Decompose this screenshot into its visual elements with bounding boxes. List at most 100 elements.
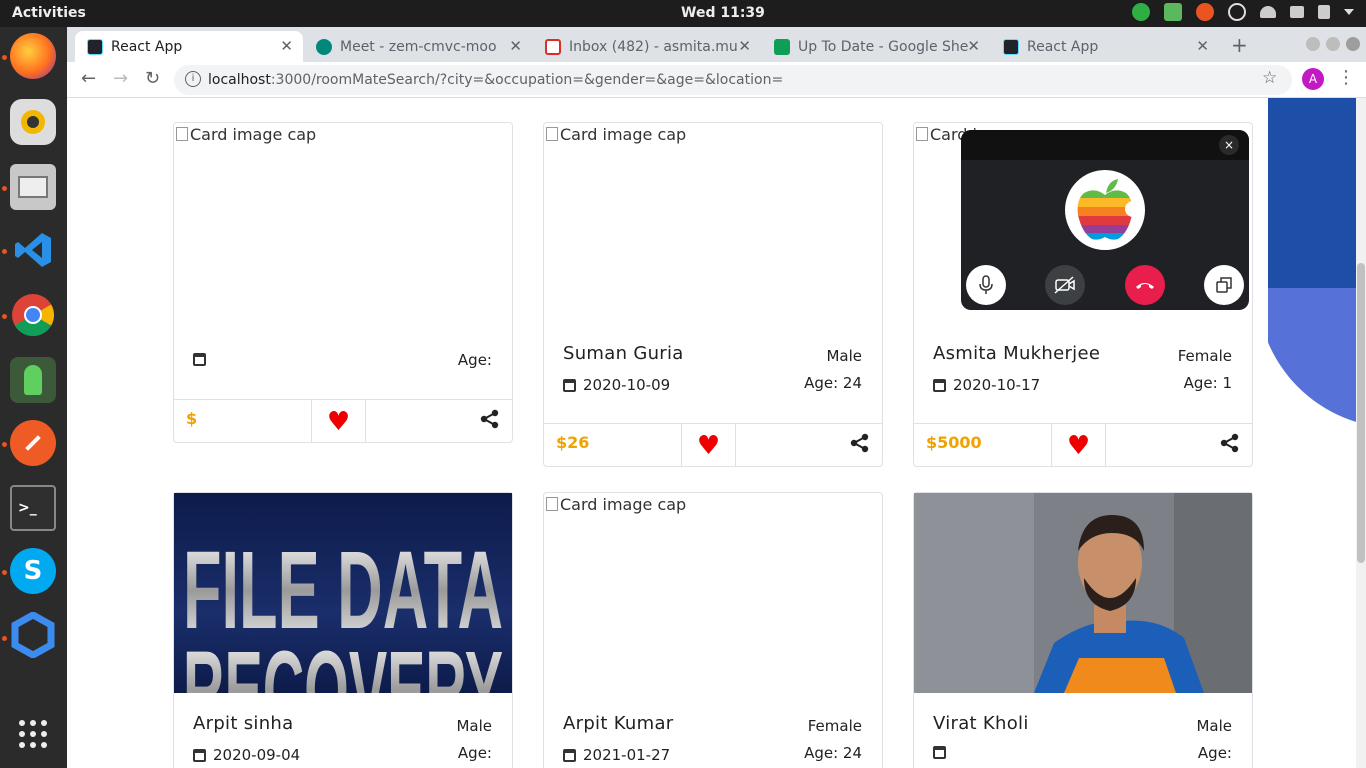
forward-arrow-icon[interactable]: → xyxy=(113,68,128,89)
card-date: 2020-10-09 xyxy=(563,376,670,394)
running-indicator xyxy=(2,186,7,191)
card-name: Virat Kholi xyxy=(933,713,1029,734)
camera-off-button[interactable] xyxy=(1045,265,1085,305)
url-path: :3000/roomMateSearch/?city=&occupation=&… xyxy=(270,72,784,88)
scrollbar[interactable] xyxy=(1356,98,1366,768)
close-tab-icon[interactable]: ✕ xyxy=(280,37,293,55)
chevron-down-icon[interactable] xyxy=(1344,9,1354,15)
card-gender: Male xyxy=(1196,717,1232,735)
system-clock[interactable]: Wed 11:39 xyxy=(681,5,765,21)
apple-logo-icon xyxy=(1077,179,1140,240)
close-tab-icon[interactable]: ✕ xyxy=(1196,37,1209,55)
tab-title: Up To Date - Google Shee xyxy=(798,38,968,55)
card-age: Age: 1 xyxy=(1183,374,1232,392)
terminal-icon[interactable]: >_ xyxy=(10,485,56,531)
app-grid-icon[interactable] xyxy=(10,711,56,757)
close-window-button[interactable] xyxy=(1346,37,1360,51)
microphone-icon xyxy=(979,275,993,294)
roommate-card[interactable]: Card image cap Arpit Kumar Female 2021-0… xyxy=(543,492,883,768)
reload-icon[interactable]: ↻ xyxy=(145,68,160,89)
rhythmbox-icon[interactable] xyxy=(10,99,56,145)
volume-icon[interactable] xyxy=(1290,6,1304,18)
favorite-heart-icon[interactable]: ♥ xyxy=(681,424,736,467)
card-date xyxy=(933,746,953,759)
card-name: Arpit Kumar xyxy=(563,713,674,734)
running-indicator xyxy=(2,55,7,60)
close-tab-icon[interactable]: ✕ xyxy=(509,37,522,55)
remmina-icon[interactable] xyxy=(10,612,56,658)
call-header xyxy=(961,130,1249,160)
vscode-icon[interactable] xyxy=(10,227,56,273)
profile-avatar[interactable]: A xyxy=(1302,68,1324,90)
close-icon[interactable]: × xyxy=(1219,135,1239,155)
skype-icon[interactable]: S xyxy=(10,548,56,594)
battery-icon[interactable] xyxy=(1318,5,1330,19)
card-name: Asmita Mukherjee xyxy=(933,343,1101,364)
favorite-heart-icon[interactable]: ♥ xyxy=(311,400,366,443)
tab-react-app-2[interactable]: React App ✕ xyxy=(991,31,1219,62)
address-bar[interactable]: i localhost:3000/roomMateSearch/?city=&o… xyxy=(174,65,1292,95)
back-arrow-icon[interactable]: ← xyxy=(81,68,96,89)
check-circle-icon[interactable] xyxy=(1228,3,1246,21)
running-indicator xyxy=(2,442,7,447)
maximize-button[interactable] xyxy=(1326,37,1340,51)
chrome-remote-icon[interactable] xyxy=(1196,3,1214,21)
system-tray xyxy=(1132,3,1354,21)
card-body: Arpit Kumar Female 2021-01-27 Age: 24 xyxy=(544,693,882,768)
card-price: $ xyxy=(186,409,198,428)
card-date: 2020-10-17 xyxy=(933,376,1040,394)
card-gender: Female xyxy=(1177,347,1232,365)
recycle-icon[interactable] xyxy=(1132,3,1150,21)
calendar-icon xyxy=(193,353,206,366)
card-price: $5000 xyxy=(926,433,982,452)
microphone-button[interactable] xyxy=(966,265,1006,305)
chrome-icon[interactable] xyxy=(10,292,56,338)
roommate-card[interactable]: Card image cap Age: $ ♥ xyxy=(173,122,513,443)
tab-meet[interactable]: Meet - zem-cmvc-moo ✕ xyxy=(304,31,532,62)
card-name: Arpit sinha xyxy=(193,713,294,734)
gmail-icon xyxy=(545,38,561,55)
roommate-card[interactable]: FILE DATA RECOVERY Arpit sinha Male 2020… xyxy=(173,492,513,768)
card-name: Suman Guria xyxy=(563,343,684,364)
share-icon[interactable] xyxy=(850,433,870,457)
video-call-popup[interactable]: × xyxy=(961,130,1249,310)
running-indicator xyxy=(2,636,7,641)
browser-toolbar: ← → ↻ i localhost:3000/roomMateSearch/?c… xyxy=(67,62,1366,98)
favorite-heart-icon[interactable]: ♥ xyxy=(1051,424,1106,467)
close-tab-icon[interactable]: ✕ xyxy=(967,37,980,55)
activities-button[interactable]: Activities xyxy=(12,5,86,21)
postman-icon[interactable] xyxy=(10,420,56,466)
new-tab-button[interactable]: + xyxy=(1231,33,1248,57)
scrollbar-thumb[interactable] xyxy=(1357,263,1365,563)
site-info-icon[interactable]: i xyxy=(185,71,201,87)
firefox-icon[interactable] xyxy=(10,33,56,79)
tab-title: Meet - zem-cmvc-moo xyxy=(340,38,497,55)
pop-out-button[interactable] xyxy=(1204,265,1244,305)
wifi-icon[interactable] xyxy=(1260,6,1276,18)
browser-menu-icon[interactable]: ⋮ xyxy=(1337,67,1355,88)
sheets-icon xyxy=(774,38,790,55)
bookmark-star-icon[interactable]: ☆ xyxy=(1262,68,1277,88)
roommate-card[interactable]: Virat Kholi Male Age: xyxy=(913,492,1253,768)
browser-window: React App ✕ Meet - zem-cmvc-moo ✕ Inbox … xyxy=(67,27,1366,768)
roommate-card[interactable]: Card image cap Suman Guria Male 2020-10-… xyxy=(543,122,883,467)
share-icon[interactable] xyxy=(1220,433,1240,457)
card-body: Suman Guria Male 2020-10-09 Age: 24 xyxy=(544,323,882,423)
rocket-app-icon[interactable] xyxy=(10,357,56,403)
tab-react-app[interactable]: React App ✕ xyxy=(75,31,303,62)
card-footer: $5000 ♥ xyxy=(914,423,1252,467)
minimize-button[interactable] xyxy=(1306,37,1320,51)
card-gender: Female xyxy=(807,717,862,735)
card-image: FILE DATA RECOVERY xyxy=(174,493,512,693)
share-icon[interactable] xyxy=(480,409,500,433)
close-tab-icon[interactable]: ✕ xyxy=(738,37,751,55)
tab-gmail[interactable]: Inbox (482) - asmita.muk ✕ xyxy=(533,31,761,62)
tab-sheets[interactable]: Up To Date - Google Shee ✕ xyxy=(762,31,990,62)
files-icon[interactable] xyxy=(10,164,56,210)
hang-up-button[interactable] xyxy=(1125,265,1165,305)
card-age: Age: xyxy=(1197,744,1232,762)
camera-off-icon xyxy=(1054,276,1075,294)
hang-up-icon xyxy=(1136,283,1154,289)
card-age: Age: 24 xyxy=(804,374,862,392)
update-icon[interactable] xyxy=(1164,3,1182,21)
